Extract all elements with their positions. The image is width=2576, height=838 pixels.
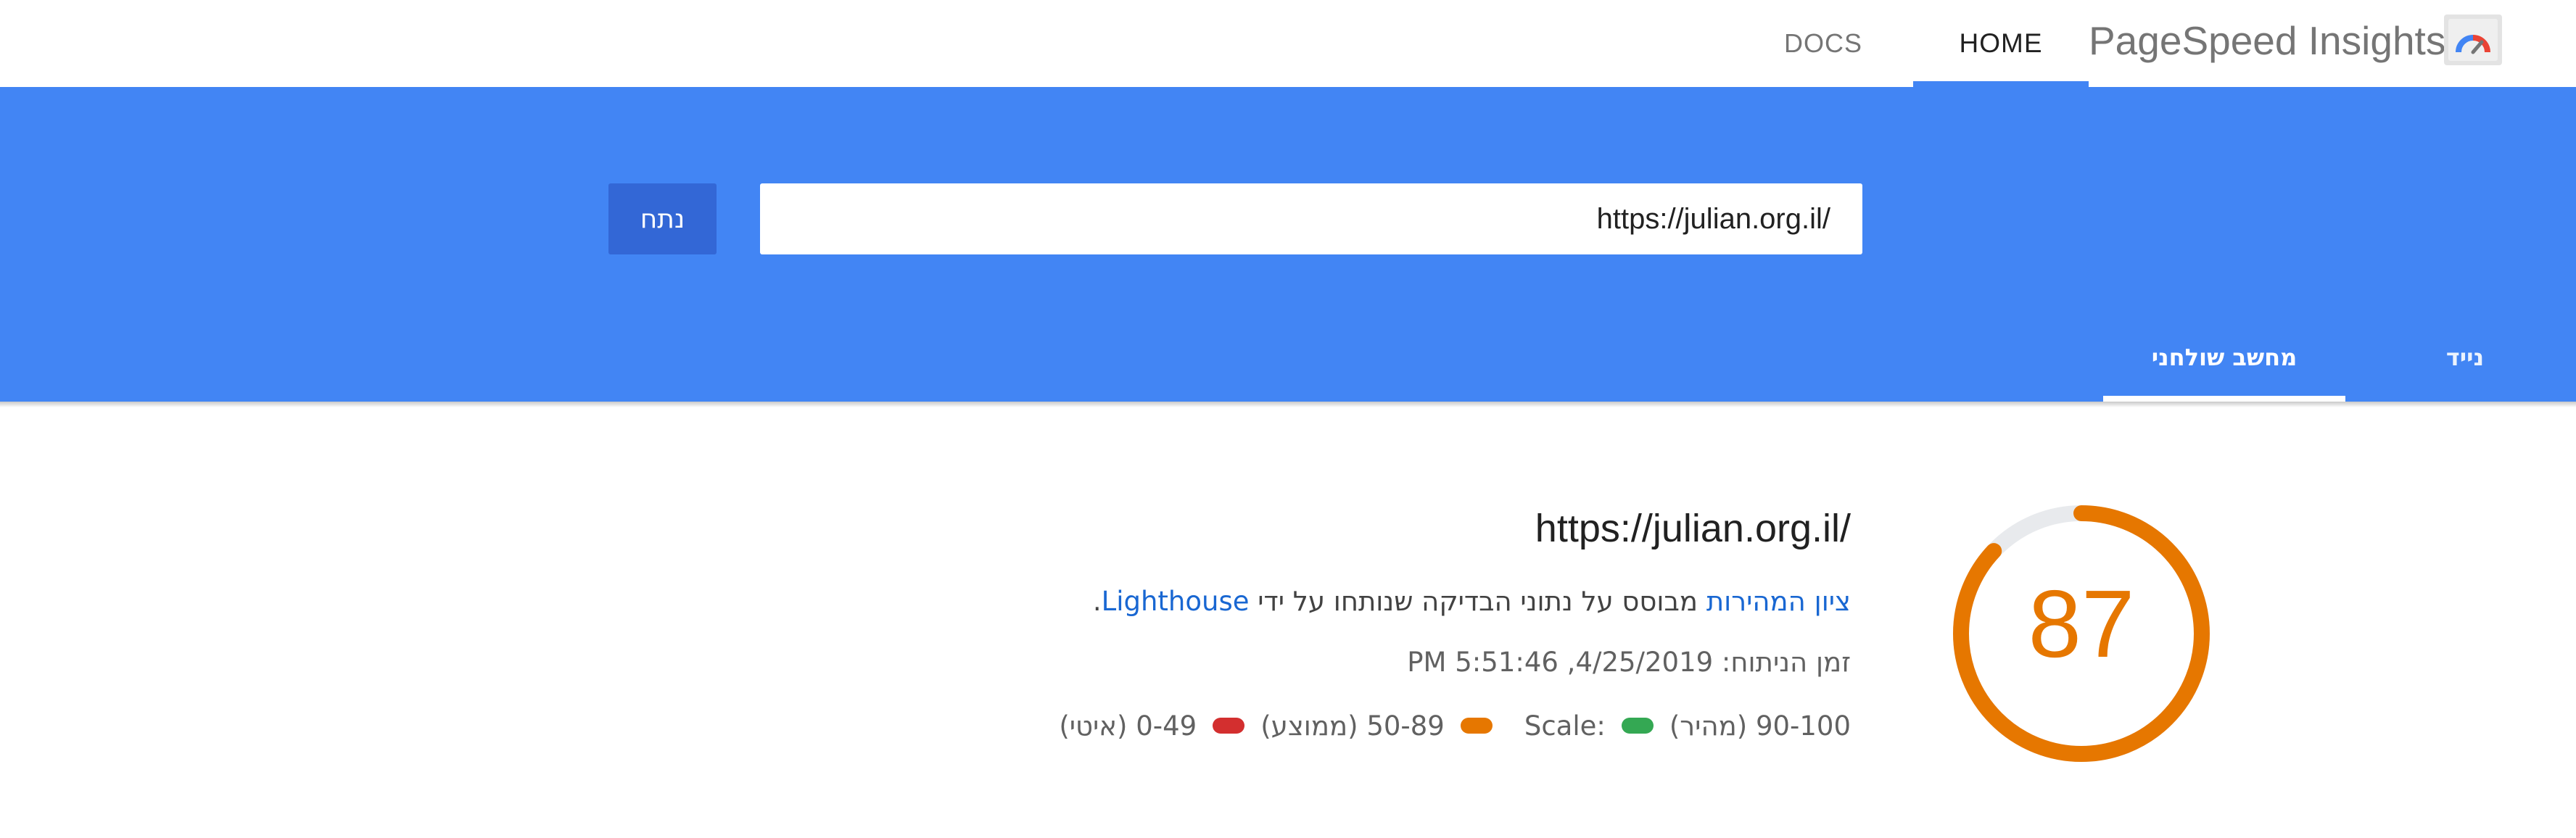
legend-fast: 90-100 (מהיר) Scale: [1524,710,1851,742]
performance-score-gauge: 87 [1949,502,2213,766]
legend-slow-swatch [1213,718,1245,734]
top-navigation-bar: DOCS HOME PageSpeed Insights [0,0,2576,87]
pagespeed-gauge-icon[interactable] [2444,14,2502,65]
legend-fast-swatch [1621,718,1654,734]
analysis-time: זמן הניתוח: 4/25/2019, 5:51:46 PM [1407,647,1851,678]
legend-fast-label: 90-100 (מהיר) [1669,710,1851,742]
legend-slow-label: 0-49 (איטי) [1059,710,1197,742]
nav-home-active-indicator [1913,81,2089,87]
score-description-end: . [1092,586,1102,617]
lighthouse-link[interactable]: Lighthouse [1102,586,1250,617]
nav-home-link[interactable]: HOME [1913,0,2089,87]
url-input[interactable]: https://julian.org.il/ [760,183,1862,254]
score-scale-legend: 90-100 (מהיר) Scale: 50-89 (ממוצע) 0-49 … [1015,708,1851,744]
tab-mobile[interactable]: נייד [2418,313,2512,402]
legend-average-swatch [1460,718,1493,734]
tab-desktop[interactable]: מחשב שולחני [2103,313,2345,402]
nav-docs-link[interactable]: DOCS [1784,0,1862,87]
legend-scale-label: Scale: [1524,710,1606,742]
score-description-text: מבוסס על נתוני הבדיקה שנותחו על ידי [1249,586,1706,617]
brand-title[interactable]: PageSpeed Insights [2089,0,2445,81]
legend-average: 50-89 (ממוצע) [1260,710,1508,742]
hero-shadow [0,402,2576,407]
performance-score-value: 87 [2028,571,2135,677]
search-hero-band: נתח https://julian.org.il/ מחשב שולחני נ… [0,87,2576,402]
score-info-link[interactable]: ציון המהירות [1706,586,1851,617]
legend-slow: 0-49 (איטי) [1059,710,1260,742]
analyzed-url-heading: https://julian.org.il/ [1535,507,1851,550]
score-description: ציון המהירות מבוסס על נתוני הבדיקה שנותח… [870,586,1851,617]
legend-average-label: 50-89 (ממוצע) [1260,710,1445,742]
url-input-value: https://julian.org.il/ [1596,202,1830,235]
tab-desktop-active-indicator [2103,396,2345,402]
analyze-button[interactable]: נתח [608,183,717,254]
